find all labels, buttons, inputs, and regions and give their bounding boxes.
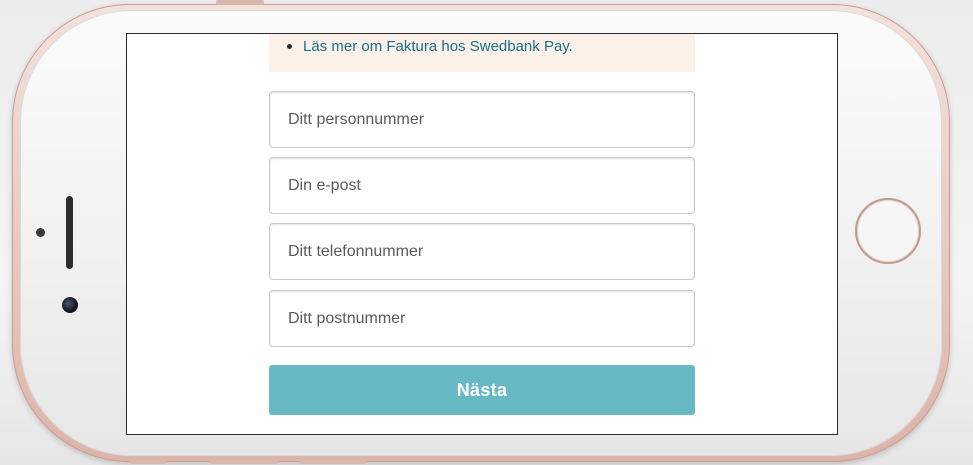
mute-switch [130,460,166,464]
read-more-link[interactable]: Läs mer om Faktura hos Swedbank Pay. [303,38,573,55]
personal-number-input[interactable] [269,91,695,148]
postal-code-input[interactable] [269,290,695,347]
personal-number-wrap [269,91,695,148]
postal-code-wrap [269,290,695,347]
home-button[interactable] [855,198,921,264]
proximity-sensor [36,228,45,237]
email-wrap [269,157,695,214]
earpiece-speaker [66,196,73,269]
screenshot-stage: Läs mer om Faktura hos Swedbank Pay. Näs… [0,0,973,465]
info-list-item: Läs mer om Faktura hos Swedbank Pay. [285,38,679,55]
info-list: Läs mer om Faktura hos Swedbank Pay. [285,38,679,55]
phone-number-input[interactable] [269,223,695,280]
info-box: Läs mer om Faktura hos Swedbank Pay. [269,34,695,72]
volume-up-button [210,460,278,464]
volume-down-button [300,460,366,464]
power-button [216,0,264,5]
phone-wrap [269,223,695,280]
bullet-icon [287,44,292,49]
payment-form: Läs mer om Faktura hos Swedbank Pay. Näs… [269,34,695,415]
next-button[interactable]: Nästa [269,365,695,415]
front-camera-icon [62,297,78,313]
email-input[interactable] [269,157,695,214]
phone-screen: Läs mer om Faktura hos Swedbank Pay. Näs… [126,33,838,435]
